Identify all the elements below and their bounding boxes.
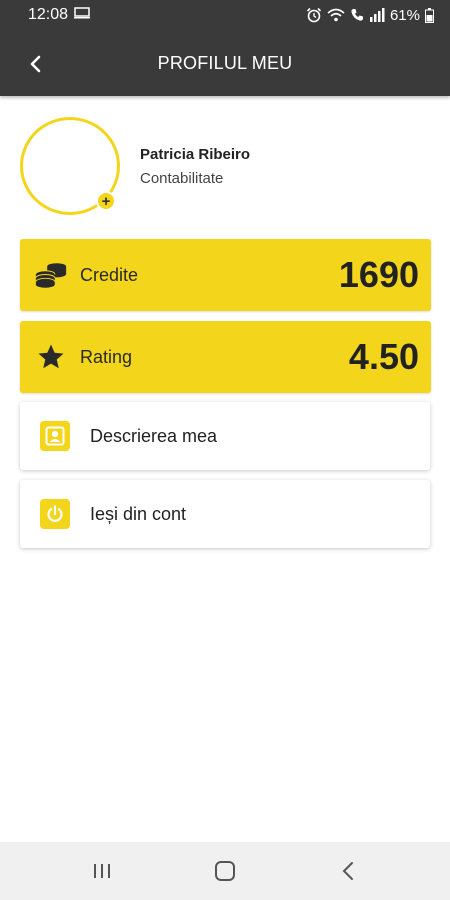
rating-card: Rating 4.50 — [20, 321, 431, 393]
system-back-button[interactable] — [318, 851, 378, 891]
credits-value: 1690 — [338, 254, 419, 295]
recent-apps-button[interactable] — [72, 851, 132, 891]
profile-section: + Patricia Ribeiro Contabilitate — [20, 117, 430, 217]
power-icon — [40, 499, 70, 529]
profile-name: Patricia Ribeiro — [140, 146, 251, 163]
back-chevron-icon — [342, 862, 354, 880]
profile-department: Contabilitate — [140, 170, 224, 187]
battery-icon — [425, 7, 434, 23]
my-description-label: Descrierea mea — [90, 425, 218, 446]
system-nav-bar — [0, 842, 450, 900]
wifi-icon — [327, 8, 345, 22]
screen-cast-icon — [74, 6, 91, 24]
credits-label: Credite — [80, 264, 139, 285]
call-icon — [350, 8, 364, 22]
person-icon — [40, 421, 70, 451]
app-bar: PROFILUL MEU — [0, 30, 450, 96]
rating-value: 4.50 — [348, 336, 419, 377]
page-title: PROFILUL MEU — [157, 52, 293, 73]
home-button[interactable] — [195, 851, 255, 891]
status-bar: 12:08 61% — [0, 0, 450, 30]
star-icon — [34, 340, 68, 374]
logout-button[interactable]: Ieși din cont — [20, 480, 430, 548]
status-time: 12:08 — [28, 6, 69, 23]
credits-card: Credite 1690 — [20, 239, 431, 311]
logout-label: Ieși din cont — [90, 503, 187, 524]
coins-icon — [34, 258, 68, 292]
rating-label: Rating — [80, 346, 133, 367]
battery-level: 61% — [389, 6, 420, 24]
alarm-icon — [306, 7, 322, 23]
add-photo-icon[interactable]: + — [96, 191, 116, 211]
recent-apps-icon — [93, 864, 110, 878]
back-button[interactable] — [18, 47, 52, 81]
back-arrow-icon — [30, 55, 41, 73]
signal-icon — [369, 8, 385, 22]
my-description-button[interactable]: Descrierea mea — [20, 402, 430, 470]
home-icon — [214, 861, 235, 881]
